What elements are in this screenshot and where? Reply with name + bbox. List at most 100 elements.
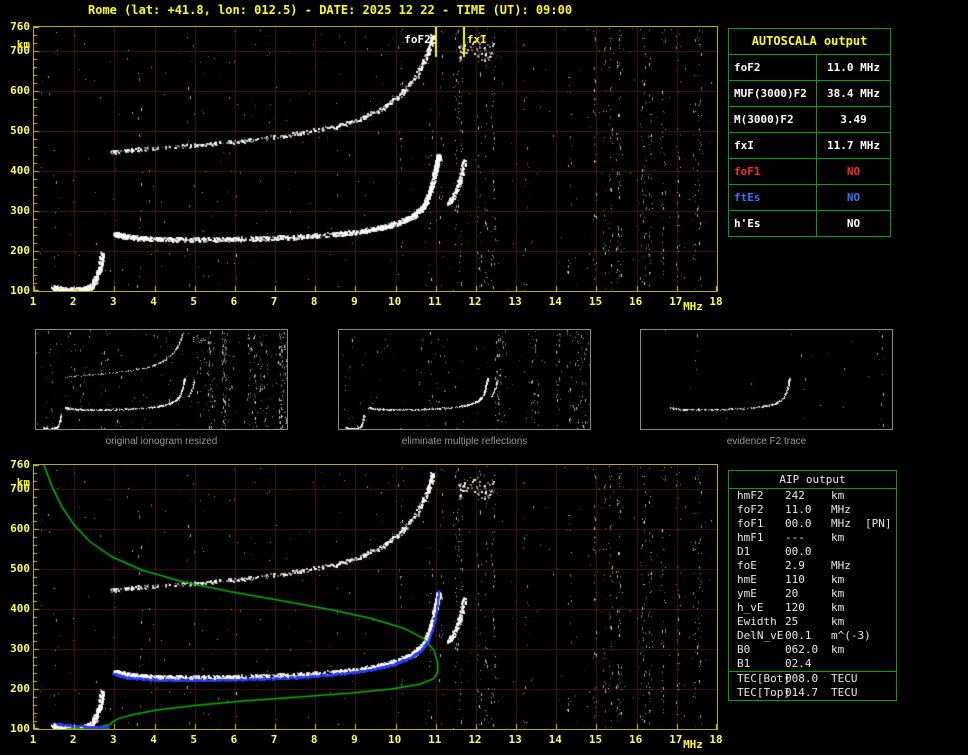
aip-row-value: 00.0 [785,517,831,531]
x-tick-label: 10 [385,295,405,308]
aip-row-note [865,615,896,629]
autoscala-row-m-3000-f2: M(3000)F23.49 [729,107,890,133]
x-tick-label: 1 [23,295,43,308]
y-axis-unit-label: km [2,476,30,489]
autoscala-row-fxi: fxI11.7 MHz [729,133,890,159]
aip-row-unit: m^(-3) [831,629,865,643]
x-tick-label: 9 [344,733,364,746]
autoscala-row-label: M(3000)F2 [729,107,817,132]
y-tick-label: 400 [2,164,30,177]
autoscala-row-label: foF1 [729,159,817,184]
x-tick-label: 5 [184,733,204,746]
thumbnail-no-multiples-canvas [339,330,590,429]
aip-row-note [865,545,896,559]
aip-table: hmF2242kmfoF211.0MHzfoF100.0MHz[PN]hmF1-… [729,489,896,700]
y-tick-label: 760 [2,458,30,471]
aip-row-d1: D100.0 [729,545,896,559]
autoscala-row-label: fxI [729,133,817,158]
x-tick-label: 8 [304,733,324,746]
aip-row-unit: km [831,531,865,545]
thumbnail-f2-evidence [640,329,893,430]
x-tick-label: 9 [344,295,364,308]
x-tick-label: 11 [425,295,445,308]
aip-row-note [865,672,896,686]
x-tick-label: 8 [304,295,324,308]
autoscala-row-value: NO [817,159,890,184]
autoscala-output-panel: AUTOSCALA output foF211.0 MHzMUF(3000)F2… [728,28,891,237]
aip-row-value: 00.1 [785,629,831,643]
thumbnail-caption-f2-evidence: evidence F2 trace [640,436,893,447]
x-tick-label: 13 [505,295,525,308]
aip-row-note [865,489,896,503]
x-tick-label: 6 [224,733,244,746]
aip-row-yme: ymE20km [729,587,896,601]
x-tick-label: 16 [626,295,646,308]
autoscala-row-label: foF2 [729,55,817,80]
aip-row-hme: hmE110km [729,573,896,587]
aip-row-unit: km [831,643,865,657]
aip-row-label: hmF2 [737,489,785,503]
aip-row-label: h_vE [737,601,785,615]
aip-row-value: 120 [785,601,831,615]
x-axis-unit-label: MHz [678,738,708,751]
station-date-header: Rome (lat: +41.8, lon: 012.5) - DATE: 20… [88,3,572,17]
aip-row-value: 25 [785,615,831,629]
aip-row-value: 242 [785,489,831,503]
aip-row-note: [PN] [865,517,896,531]
x-tick-label: 6 [224,295,244,308]
x-tick-label: 18 [706,733,726,746]
aip-row-unit: km [831,489,865,503]
aip-row-label: DelN_vE [737,629,785,643]
y-tick-label: 500 [2,562,30,575]
autoscala-row-value: 38.4 MHz [817,81,890,106]
aip-row-h-ve: h_vE120km [729,601,896,615]
aip-row-note [865,657,896,671]
aip-row-note [865,559,896,573]
x-tick-label: 11 [425,733,445,746]
autoscala-row-value: NO [817,211,890,236]
aip-row-value: 062.0 [785,643,831,657]
aip-row-deln-ve: DelN_vE00.1m^(-3) [729,629,896,643]
critical-frequency-marker-label: fxI [467,33,487,46]
x-tick-label: 3 [103,295,123,308]
aip-row-fof1: foF100.0MHz[PN] [729,517,896,531]
thumbnail-original-ionogram [35,329,288,430]
x-tick-label: 5 [184,295,204,308]
autoscala-row-fof2: foF211.0 MHz [729,55,890,81]
aip-row-note [865,531,896,545]
x-tick-label: 16 [626,733,646,746]
autoscala-row-label: ftEs [729,185,817,210]
y-tick-label: 400 [2,602,30,615]
aip-row-unit [831,657,865,671]
aip-row-note [865,629,896,643]
aip-row-hmf1: hmF1---km [729,531,896,545]
thumbnail-original-canvas [36,330,287,429]
aip-row-label: foF1 [737,517,785,531]
aip-row-value: 2.9 [785,559,831,573]
y-tick-label: 600 [2,522,30,535]
top-ionogram-plot [33,26,718,292]
aip-panel-title: AIP output [729,471,896,489]
aip-row-fof2: foF211.0MHz [729,503,896,517]
autoscala-row-label: MUF(3000)F2 [729,81,817,106]
aip-row-tec-top-: TEC[Top]014.7TECU [729,686,896,700]
aip-row-label: hmE [737,573,785,587]
aip-row-label: ymE [737,587,785,601]
aip-row-unit: TECU [831,672,865,686]
y-tick-label: 500 [2,124,30,137]
aip-row-unit: km [831,587,865,601]
aip-row-b0: B0062.0km [729,643,896,657]
autoscala-panel-title: AUTOSCALA output [729,29,890,55]
y-tick-label: 600 [2,84,30,97]
thumbnail-f2-evidence-canvas [641,330,892,429]
thumbnail-no-multiples [338,329,591,430]
aip-row-label: TEC[Top] [737,686,785,700]
aip-row-label: foF2 [737,503,785,517]
aip-row-value: 110 [785,573,831,587]
autoscala-row-fof1: foF1NO [729,159,890,185]
x-tick-label: 12 [465,295,485,308]
y-tick-label: 200 [2,244,30,257]
aip-row-note [865,587,896,601]
aip-row-label: Ewidth [737,615,785,629]
aip-row-label: B1 [737,657,785,671]
